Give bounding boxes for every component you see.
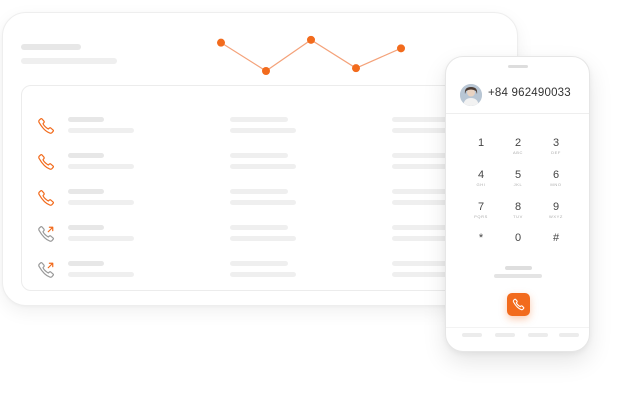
trend-point [217,38,225,47]
call-time-placeholder [230,153,288,158]
dial-key-digit: 2 [514,137,522,149]
phone-bottom-divider [446,327,589,328]
nav-placeholder-1[interactable] [462,333,482,337]
phone-outgoing-icon [38,225,55,242]
dial-key[interactable]: 1 [466,137,496,163]
call-log-row[interactable] [22,150,490,186]
call-log-list [21,85,491,291]
dial-key-digit: 0 [514,232,522,244]
dial-key[interactable]: 8 TUV [503,201,533,227]
dial-key[interactable]: 7 PQRS [466,201,496,227]
phone-icon [512,298,525,311]
phone-dialer: +84 962490033 1 2 ABC 3 DEF 4 GHI 5 JKL 6 MNO 7 PQRS… [445,56,590,352]
phone-icon [38,189,55,206]
call-date-placeholder [230,128,296,133]
caller-name-placeholder [68,261,104,266]
dial-key[interactable]: 3 DEF [541,137,571,163]
phone-icon [38,153,55,170]
dial-key-letters: DEF [551,150,561,155]
dial-key-letters: TUV [513,214,523,219]
dial-key[interactable]: 9 WXYZ [541,201,571,227]
trend-sparkline [217,35,405,75]
call-date-placeholder [230,200,296,205]
caller-detail-placeholder [68,164,134,169]
caller-detail-placeholder [68,236,134,241]
caller-detail-placeholder [68,128,134,133]
trend-point [397,44,405,53]
caller-name-placeholder [68,225,104,230]
card-subtitle-placeholder [21,58,117,64]
call-date-placeholder [230,164,296,169]
call-time-placeholder [230,189,288,194]
call-time-placeholder [230,225,288,230]
dialed-number: +84 962490033 [488,87,571,99]
trend-point [307,35,315,44]
dashboard-card [2,12,518,306]
dial-key[interactable]: 0 [503,232,533,258]
dial-key-letters: MNO [550,182,562,187]
dial-key-digit: 8 [514,201,522,213]
dial-key-letters: JKL [513,182,523,187]
dial-key-letters: ABC [512,150,524,155]
header-divider [446,113,589,114]
phone-outgoing-icon [38,261,55,278]
call-time-placeholder [230,261,288,266]
dial-key[interactable]: 6 MNO [541,169,571,195]
contact-info-placeholder [494,274,542,278]
call-log-row[interactable] [22,186,490,222]
call-date-placeholder [230,236,296,241]
call-log-row[interactable] [22,222,490,258]
dial-key-digit: 7 [477,201,485,213]
call-button[interactable] [507,293,530,316]
trend-point [262,67,270,75]
dial-key-digit: 5 [514,169,522,181]
dial-key[interactable]: # [541,232,571,258]
call-log-row[interactable] [22,258,490,290]
dial-key-digit: 6 [552,169,560,181]
dial-key-digit: # [552,232,560,244]
dial-key-letters: WXYZ [549,214,563,219]
phone-notch [508,65,528,68]
phone-icon [38,117,55,134]
nav-placeholder-2[interactable] [495,333,515,337]
dial-key-digit: * [478,232,484,244]
dial-key[interactable]: * [466,232,496,258]
call-date-placeholder [230,272,296,277]
trend-point [352,64,360,73]
call-log-row[interactable] [22,114,490,150]
trend-line [220,39,402,72]
caller-name-placeholder [68,153,104,158]
caller-name-placeholder [68,189,104,194]
contact-name-placeholder [505,266,532,270]
caller-detail-placeholder [68,200,134,205]
dial-key-digit: 3 [552,137,560,149]
dial-key[interactable]: 5 JKL [503,169,533,195]
call-time-placeholder [230,117,288,122]
card-title-placeholder [21,44,81,50]
caller-detail-placeholder [68,272,134,277]
dial-key-letters: PQRS [474,214,488,219]
dial-key[interactable]: 4 GHI [466,169,496,195]
avatar[interactable] [460,84,482,106]
dial-key-letters: GHI [476,182,486,187]
dial-key[interactable]: 2 ABC [503,137,533,163]
dial-key-digit: 1 [477,137,485,149]
dial-key-digit: 4 [477,169,485,181]
nav-placeholder-4[interactable] [559,333,579,337]
dial-key-digit: 9 [552,201,560,213]
nav-placeholder-3[interactable] [528,333,548,337]
caller-name-placeholder [68,117,104,122]
